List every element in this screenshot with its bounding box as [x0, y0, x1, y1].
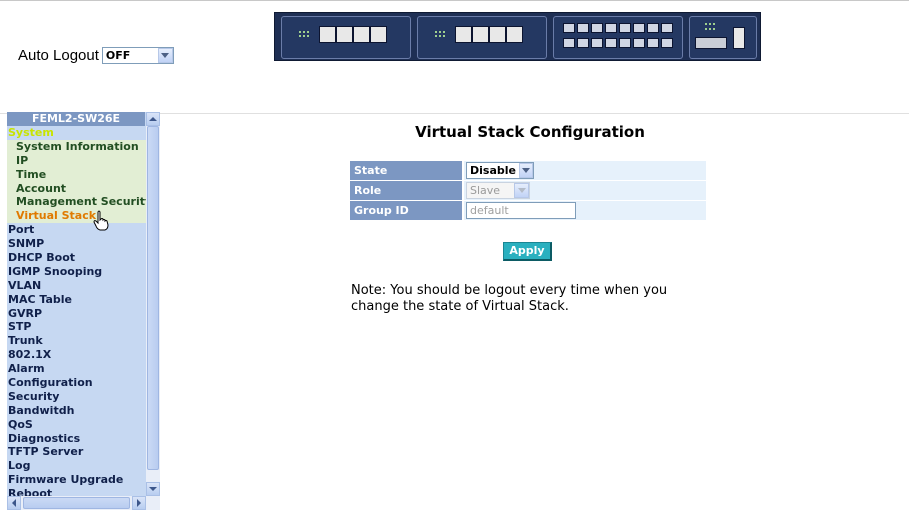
- logout-note: Note: You should be logout every time wh…: [351, 283, 668, 314]
- group-id-label: Group ID: [350, 201, 462, 220]
- sidebar-item-alarm[interactable]: Alarm: [7, 362, 146, 376]
- vertical-scroll-thumb[interactable]: [147, 126, 159, 470]
- sidebar-item-bandwidth[interactable]: Bandwitdh: [7, 404, 146, 418]
- sidebar-list: System System Information IP Time Accoun…: [7, 126, 152, 501]
- sidebar-item-mac-table[interactable]: MAC Table: [7, 293, 146, 307]
- sidebar-item-system-information[interactable]: System Information: [7, 139, 146, 154]
- sidebar-item-tftp-server[interactable]: TFTP Server: [7, 445, 146, 459]
- state-select[interactable]: Disable: [466, 162, 534, 179]
- frame-top-border: [0, 0, 909, 1]
- role-value: Slave: [470, 184, 501, 197]
- role-label: Role: [350, 181, 462, 200]
- sidebar-item-qos[interactable]: QoS: [7, 418, 146, 432]
- sidebar-item-dhcp-boot[interactable]: DHCP Boot: [7, 251, 146, 265]
- chevron-down-icon[interactable]: [157, 48, 173, 63]
- role-row: Role Slave: [350, 181, 706, 200]
- state-row: State Disable: [350, 161, 706, 180]
- scroll-left-icon[interactable]: [7, 496, 21, 510]
- state-label: State: [350, 161, 462, 180]
- scroll-up-icon[interactable]: [146, 112, 160, 126]
- page-title: Virtual Stack Configuration: [415, 123, 645, 141]
- sidebar-menu: FEML2-SW26E System System Information IP…: [7, 112, 160, 510]
- sidebar-item-igmp-snooping[interactable]: IGMP Snooping: [7, 265, 146, 279]
- sidebar-vertical-scrollbar[interactable]: [146, 112, 160, 496]
- sidebar-item-security[interactable]: Security: [7, 390, 146, 404]
- sidebar-item-log[interactable]: Log: [7, 459, 146, 473]
- sidebar-item-account[interactable]: Account: [7, 181, 146, 196]
- hand-pointer-cursor-icon: [93, 210, 109, 231]
- horizontal-scroll-thumb[interactable]: [23, 497, 130, 509]
- sidebar-item-firmware-upgrade[interactable]: Firmware Upgrade: [7, 473, 146, 487]
- sidebar-item-virtual-stack[interactable]: Virtual Stack: [7, 209, 146, 224]
- state-cell: Disable: [464, 161, 706, 180]
- auto-logout-select[interactable]: OFF: [101, 47, 174, 64]
- sidebar-item-time[interactable]: Time: [7, 167, 146, 182]
- sidebar-item-snmp[interactable]: SNMP: [7, 237, 146, 251]
- sidebar-item-vlan[interactable]: VLAN: [7, 279, 146, 293]
- sidebar-item-system[interactable]: System: [7, 126, 146, 140]
- state-value: Disable: [470, 164, 516, 177]
- apply-button[interactable]: Apply: [503, 242, 552, 261]
- chevron-down-icon: [514, 183, 529, 198]
- sidebar-item-stp[interactable]: STP: [7, 320, 146, 334]
- scrollbar-corner: [146, 496, 160, 510]
- sidebar-item-configuration[interactable]: Configuration: [7, 376, 146, 390]
- sidebar-horizontal-scrollbar[interactable]: [7, 496, 146, 510]
- group-id-input[interactable]: default: [466, 202, 576, 219]
- sidebar-item-port[interactable]: Port: [7, 223, 146, 237]
- role-select: Slave: [466, 182, 530, 199]
- auto-logout-label: Auto Logout: [18, 47, 99, 64]
- sidebar-item-gvrp[interactable]: GVRP: [7, 307, 146, 321]
- scroll-right-icon[interactable]: [132, 496, 146, 510]
- role-cell: Slave: [464, 181, 706, 200]
- auto-logout: Auto Logout OFF: [18, 47, 174, 64]
- group-id-row: Group ID default: [350, 201, 706, 220]
- group-id-cell: default: [464, 201, 706, 220]
- virtual-stack-config-table: State Disable Role Slave Group ID defaul…: [350, 161, 706, 221]
- chevron-down-icon[interactable]: [518, 163, 533, 178]
- sidebar-item-ip[interactable]: IP: [7, 153, 146, 168]
- switch-panel-image: [274, 12, 761, 61]
- auto-logout-value: OFF: [105, 49, 131, 62]
- device-model-title: FEML2-SW26E: [7, 112, 145, 126]
- sidebar-item-trunk[interactable]: Trunk: [7, 334, 146, 348]
- scroll-down-icon[interactable]: [146, 482, 160, 496]
- sidebar-item-diagnostics[interactable]: Diagnostics: [7, 432, 146, 446]
- sidebar-item-8021x[interactable]: 802.1X: [7, 348, 146, 362]
- sidebar-item-management-security[interactable]: Management Security: [7, 195, 152, 210]
